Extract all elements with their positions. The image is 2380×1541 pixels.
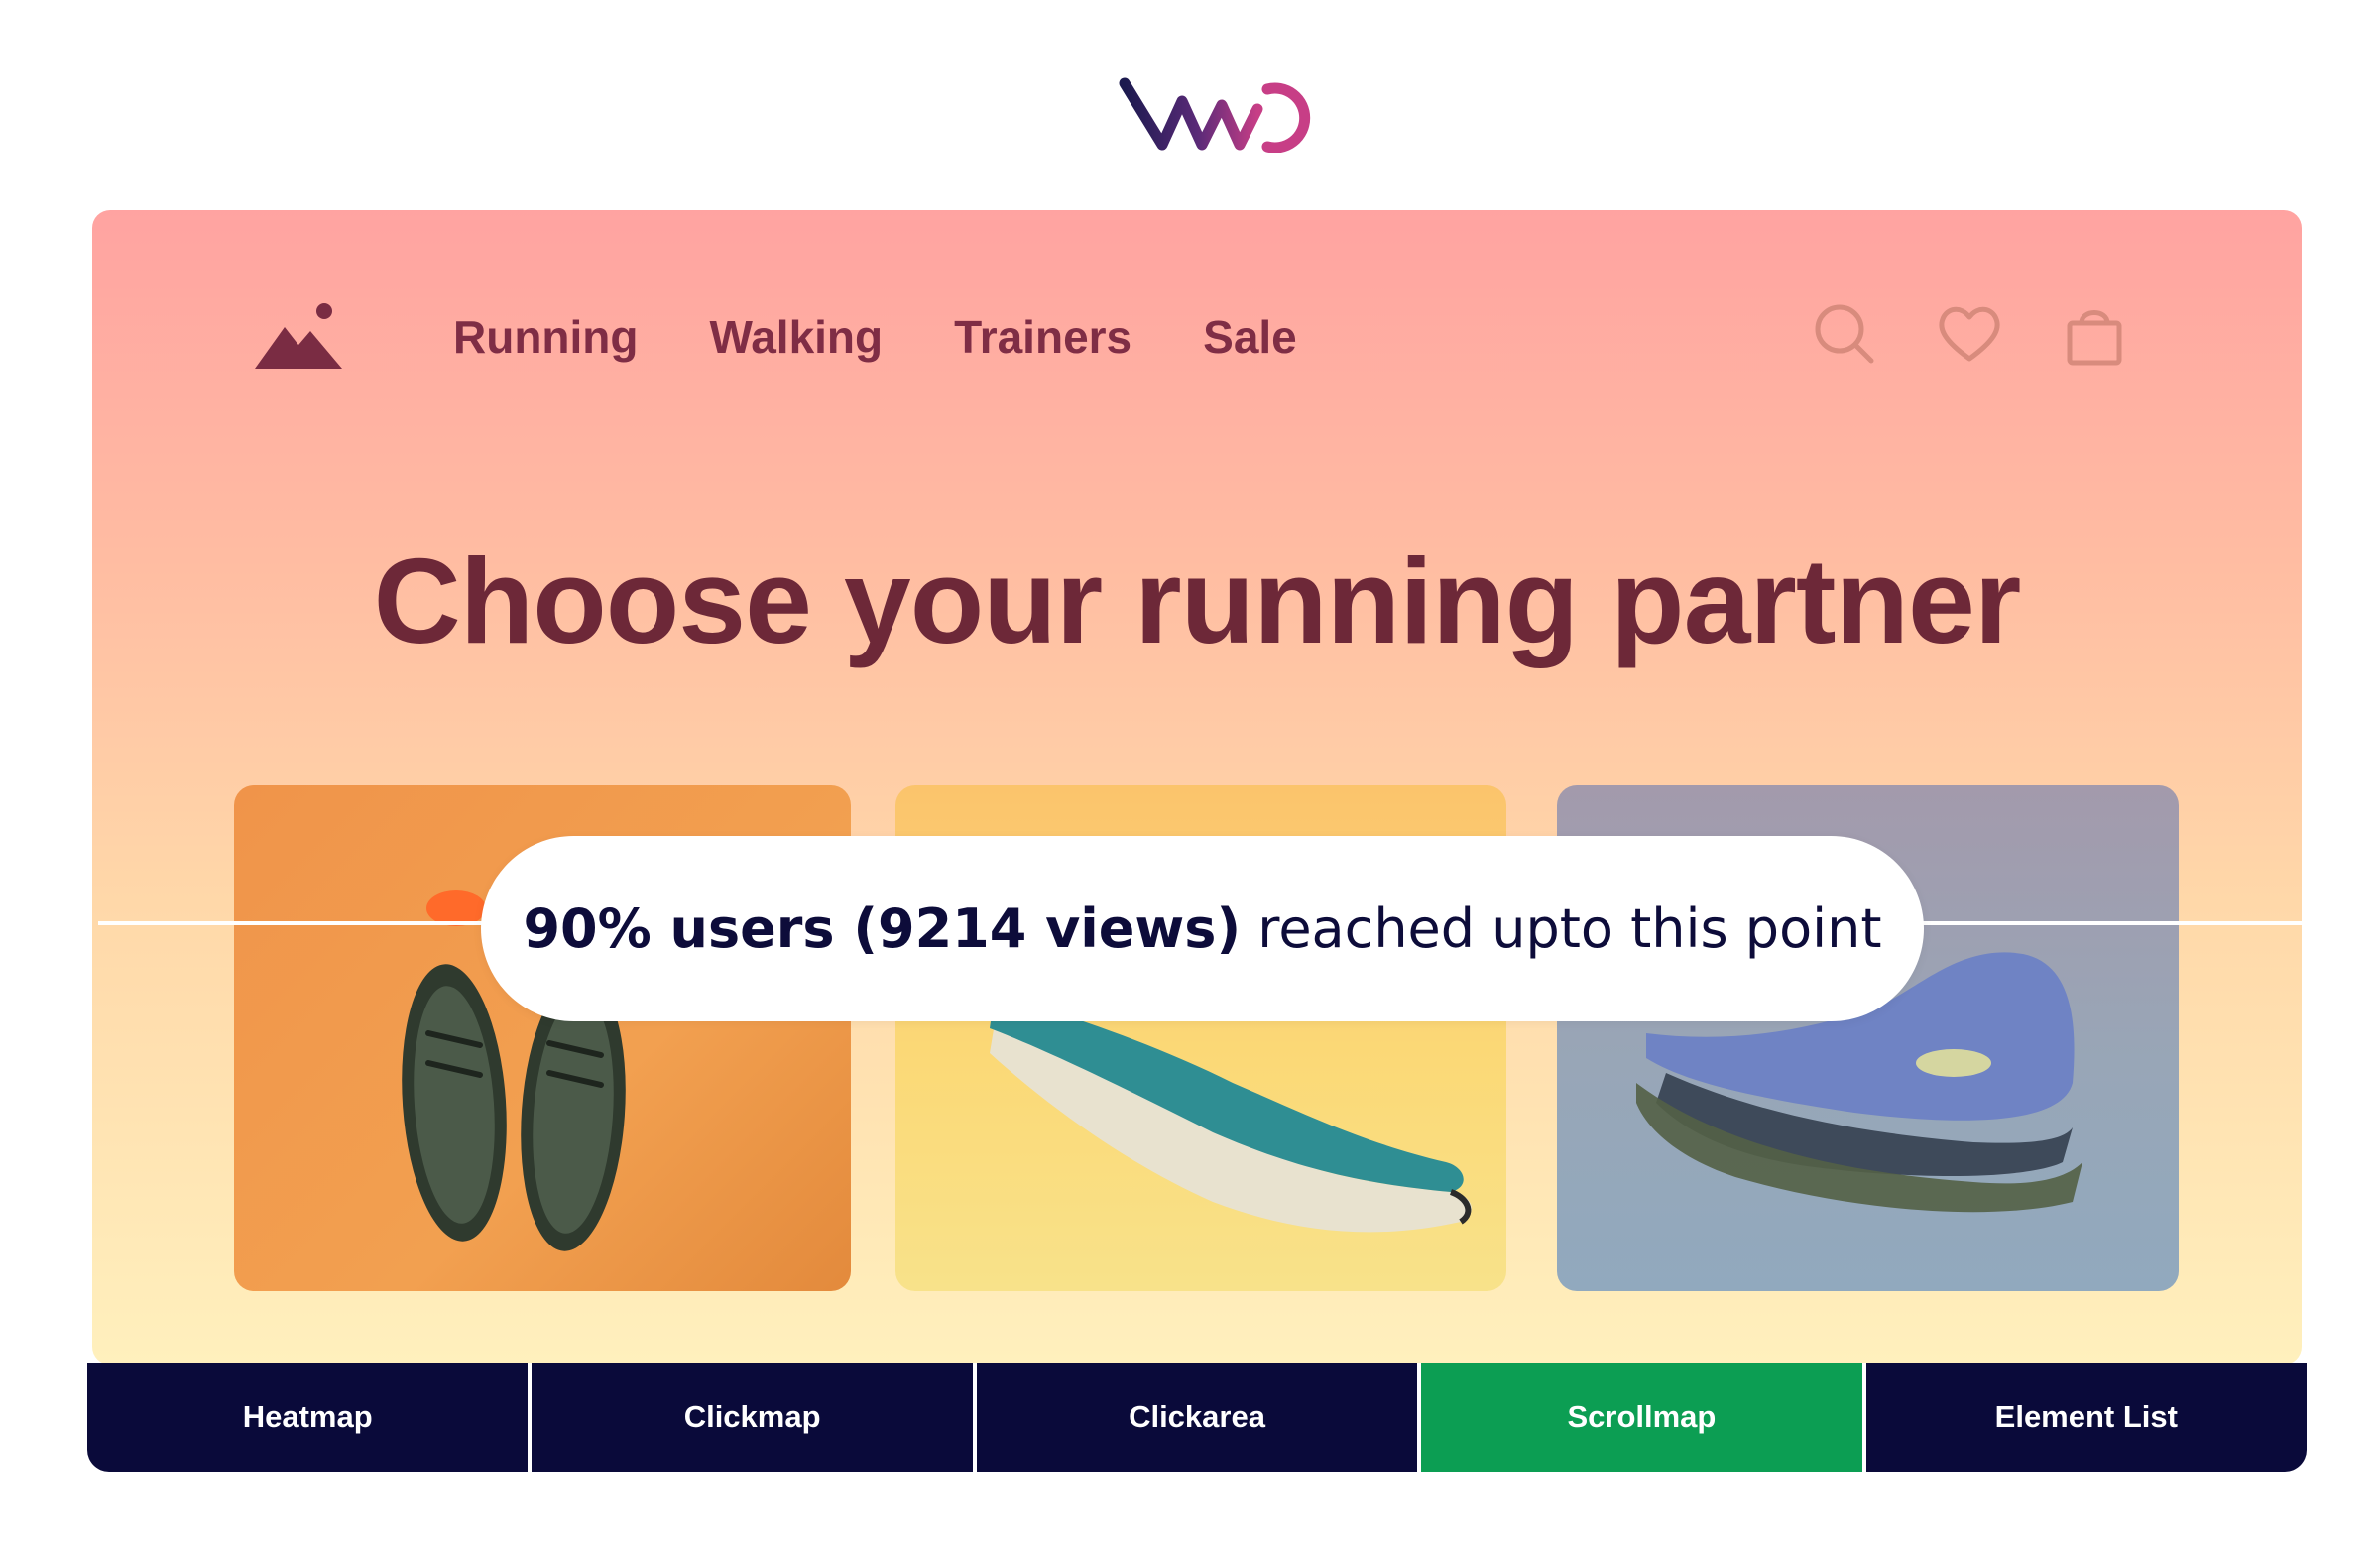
scroll-depth-caption: reached upto this point xyxy=(1241,897,1882,960)
tab-element-list[interactable]: Element List xyxy=(1865,1363,2307,1472)
nav-walking[interactable]: Walking xyxy=(710,307,884,367)
tab-scrollmap[interactable]: Scrollmap xyxy=(1421,1363,1862,1472)
main-nav: Running Walking Trainers Sale xyxy=(453,307,1368,367)
scroll-depth-text: 90% users (9214 views) reached upto this… xyxy=(523,897,1881,960)
mountain-icon[interactable] xyxy=(251,301,346,371)
tab-clickmap[interactable]: Clickmap xyxy=(532,1363,973,1472)
shopping-bag-icon[interactable] xyxy=(2060,299,2129,369)
heart-icon[interactable] xyxy=(1935,299,2004,369)
nav-sale[interactable]: Sale xyxy=(1203,307,1297,367)
vwo-logo xyxy=(1119,77,1311,153)
website-preview: Running Walking Trainers Sale Choose you… xyxy=(92,210,2302,1364)
scroll-depth-stat: 90% users (9214 views) xyxy=(523,897,1242,960)
search-icon[interactable] xyxy=(1810,299,1879,369)
hero-title: Choose your running partner xyxy=(373,533,2022,668)
tab-heatmap[interactable]: Heatmap xyxy=(87,1363,529,1472)
scroll-depth-tooltip: 90% users (9214 views) reached upto this… xyxy=(481,836,1924,1021)
nav-running[interactable]: Running xyxy=(453,307,639,367)
tab-clickarea[interactable]: Clickarea xyxy=(976,1363,1418,1472)
analysis-tab-bar: Heatmap Clickmap Clickarea Scrollmap Ele… xyxy=(87,1363,2307,1472)
nav-trainers[interactable]: Trainers xyxy=(954,307,1131,367)
